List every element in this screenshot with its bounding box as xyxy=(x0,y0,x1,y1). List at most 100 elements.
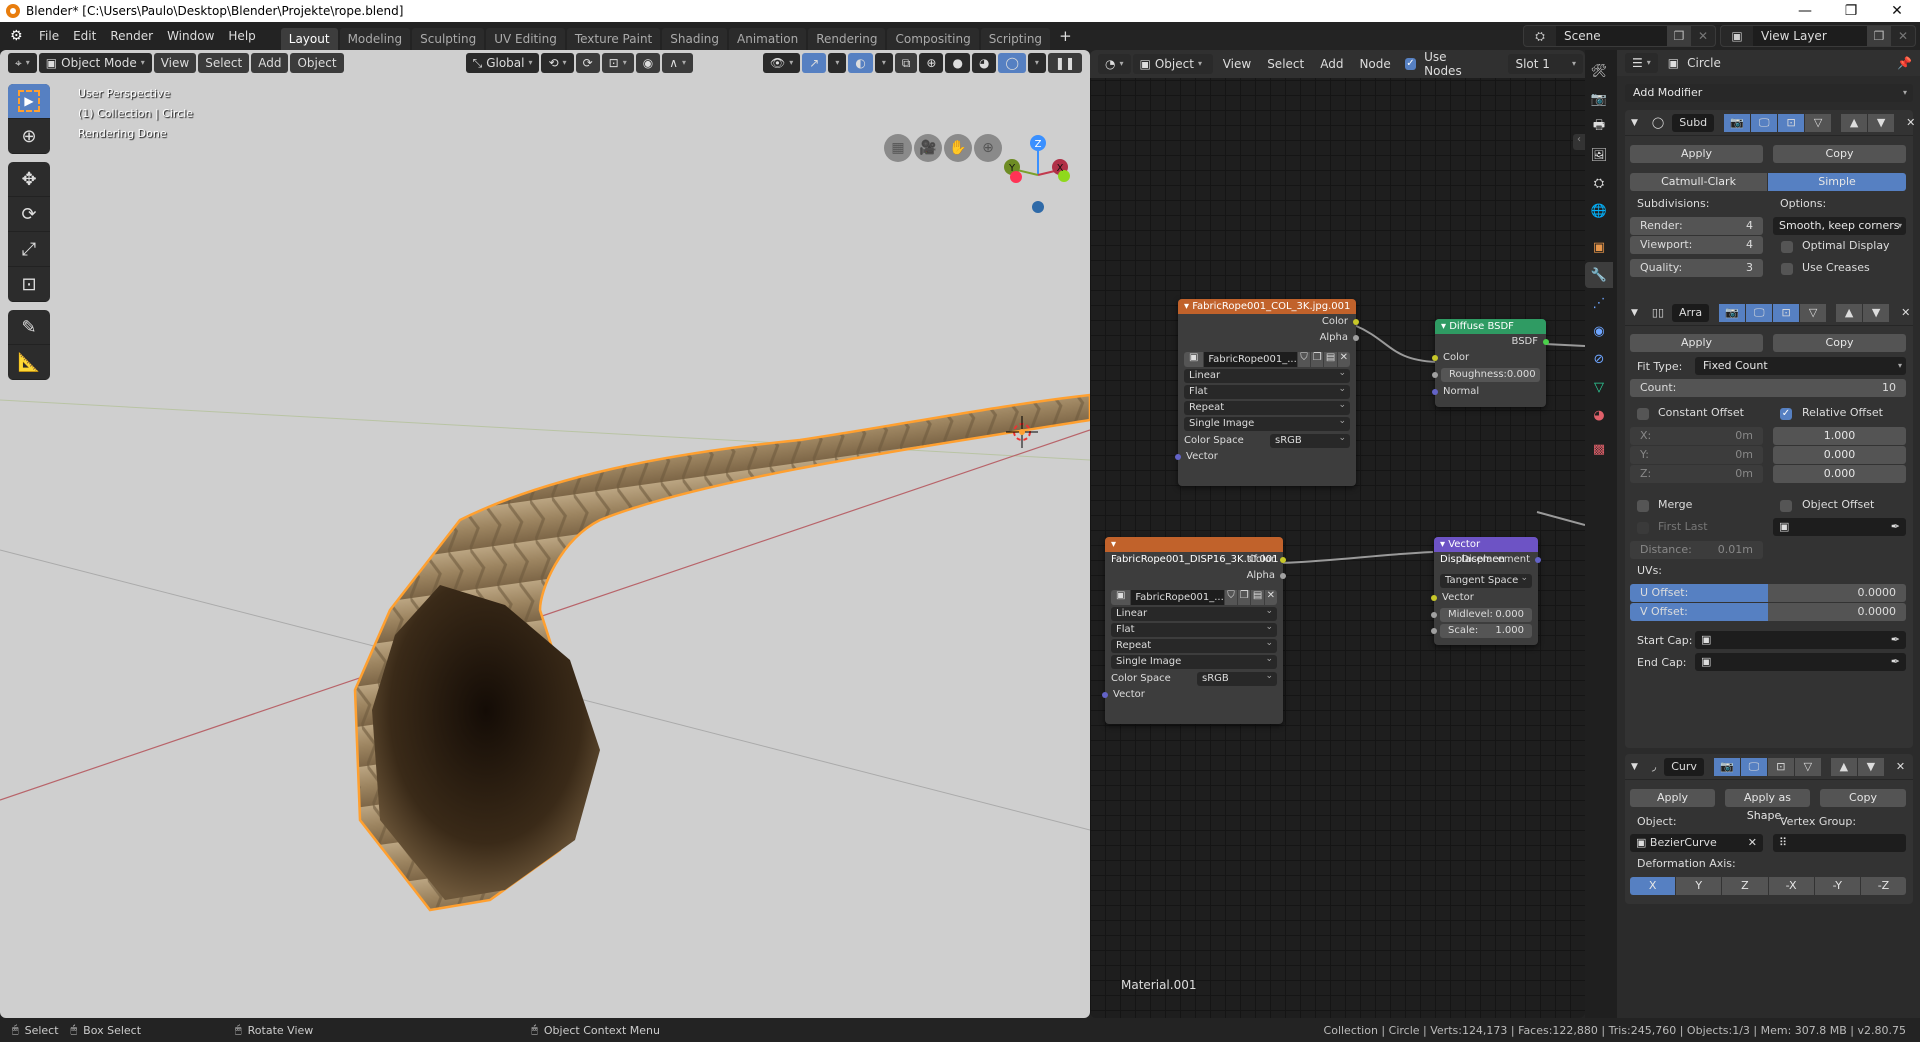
roughness-field[interactable]: Roughness: 0.000 xyxy=(1432,368,1540,382)
move-down-icon[interactable]: ▼ xyxy=(1863,303,1890,322)
fake-user-icon[interactable]: ⛉ xyxy=(1297,352,1311,367)
shading-rendered-button[interactable]: ◯ xyxy=(998,53,1026,73)
vector-socket[interactable] xyxy=(1175,454,1181,460)
proportional-falloff-dropdown[interactable]: ∧ ▾ xyxy=(662,53,693,73)
move-up-icon[interactable]: ▲ xyxy=(1841,113,1868,132)
overlays-toggle[interactable]: ◐ xyxy=(848,53,873,73)
viewport-menu-add[interactable]: Add xyxy=(251,53,289,73)
menu-window[interactable]: Window xyxy=(160,22,221,50)
scale-socket[interactable] xyxy=(1431,628,1437,634)
delete-scene-icon[interactable]: ✕ xyxy=(1691,26,1715,46)
modifier-name-field[interactable]: Curv xyxy=(1664,757,1704,776)
zoom-view-icon[interactable]: ⊕ xyxy=(974,134,1002,162)
axis-z-option[interactable]: Z xyxy=(1722,877,1768,895)
constant-offset-checkbox[interactable] xyxy=(1637,408,1649,420)
new-scene-icon[interactable]: ❐ xyxy=(1667,26,1691,46)
extension-dropdown[interactable]: Repeat xyxy=(1184,398,1350,415)
projection-dropdown[interactable]: Flat xyxy=(1111,620,1277,637)
relative-offset-z[interactable]: 0.000 xyxy=(1773,465,1906,483)
world-tab[interactable]: 🌐 xyxy=(1585,198,1613,224)
annotate-tool[interactable]: ✎ xyxy=(8,310,50,345)
source-dropdown[interactable]: Single Image xyxy=(1184,414,1350,431)
open-image-icon[interactable]: ▤ xyxy=(1251,590,1264,605)
pause-render-button[interactable]: ❚❚ xyxy=(1047,53,1082,73)
tab-scripting[interactable]: Scripting xyxy=(980,28,1051,50)
cage-toggle-icon[interactable]: ▽ xyxy=(1805,113,1832,132)
remove-modifier-icon[interactable]: ✕ xyxy=(1901,306,1910,319)
move-up-icon[interactable]: ▲ xyxy=(1830,757,1857,776)
render-tab[interactable]: 📷 xyxy=(1585,86,1613,112)
vector-socket[interactable] xyxy=(1102,692,1108,698)
apply-as-shape-button[interactable]: Apply as Shape.. xyxy=(1725,789,1810,822)
move-tool[interactable]: ✥ xyxy=(8,162,50,197)
viewport-toggle-icon[interactable]: 🖵 xyxy=(1740,757,1767,776)
vertex-group-field[interactable]: ⠿ xyxy=(1773,834,1906,852)
fake-user-icon[interactable]: ⛉ xyxy=(1224,590,1238,605)
select-box-tool[interactable]: ▶ xyxy=(8,84,50,119)
viewport-menu-view[interactable]: View xyxy=(153,53,197,73)
xray-toggle[interactable]: ⧉ xyxy=(894,53,918,73)
first-last-checkbox[interactable] xyxy=(1637,522,1649,534)
eyedropper-icon[interactable]: ✒ xyxy=(1891,631,1900,649)
snap-toggle[interactable]: ⟳ xyxy=(575,53,600,73)
gizmo-dropdown[interactable]: ▾ xyxy=(828,53,847,73)
render-toggle-icon[interactable]: 📷 xyxy=(1719,303,1746,322)
array-apply-button[interactable]: Apply xyxy=(1630,334,1763,352)
shader-editor[interactable]: ◔ ▾ ▣ Object ▾ View Select Add Node ✓ Use N… xyxy=(1090,50,1585,1018)
projection-dropdown[interactable]: Flat xyxy=(1184,382,1350,399)
cage-toggle-icon[interactable]: ▽ xyxy=(1800,303,1827,322)
clear-object-icon[interactable]: ✕ xyxy=(1748,834,1757,852)
tab-rendering[interactable]: Rendering xyxy=(808,28,886,50)
editmode-toggle-icon[interactable]: ⊡ xyxy=(1778,113,1805,132)
viewport-menu-select[interactable]: Select xyxy=(198,53,250,73)
shading-material-button[interactable]: ◕ xyxy=(971,53,997,73)
transform-tool[interactable]: ⊡ xyxy=(8,267,50,302)
tab-sculpting[interactable]: Sculpting xyxy=(412,28,485,50)
image-selector[interactable]: ▣ FabricRope001_... ⛉ ❐ ▤ ✕ xyxy=(1184,352,1351,367)
shading-wireframe-button[interactable]: ⊕ xyxy=(919,53,944,73)
color-socket[interactable] xyxy=(1280,557,1286,563)
view-layer-tab[interactable]: 🖼 xyxy=(1585,142,1613,168)
texture-tab[interactable]: ▩ xyxy=(1585,436,1613,462)
overlays-dropdown[interactable]: ▾ xyxy=(874,53,893,73)
visibility-dropdown[interactable]: 👁 ▾ xyxy=(763,53,801,73)
measure-tool[interactable]: 📐 xyxy=(8,345,50,380)
eyedropper-icon[interactable]: ✒ xyxy=(1891,518,1900,536)
extension-dropdown[interactable]: Repeat xyxy=(1111,636,1277,653)
pin-icon[interactable]: 📌 xyxy=(1897,56,1912,70)
u-offset-field[interactable]: U Offset: 0.0000 xyxy=(1630,584,1906,602)
interpolation-dropdown[interactable]: Linear xyxy=(1111,604,1277,621)
node-title[interactable]: ▾ Diffuse BSDF xyxy=(1435,319,1546,334)
menu-help[interactable]: Help xyxy=(221,22,262,50)
cage-toggle-icon[interactable]: ▽ xyxy=(1794,757,1821,776)
constant-offset-y[interactable]: Y: 0m xyxy=(1630,446,1763,464)
modifier-name-field[interactable]: Subd xyxy=(1672,113,1715,132)
add-modifier-dropdown[interactable]: Add Modifier ▾ xyxy=(1625,84,1913,102)
toggle-camera-view-icon[interactable]: ▦ xyxy=(884,134,912,162)
vector-socket[interactable] xyxy=(1431,595,1437,601)
curve-copy-button[interactable]: Copy xyxy=(1820,789,1906,807)
tab-shading[interactable]: Shading xyxy=(662,28,727,50)
scene-name[interactable]: Scene xyxy=(1556,26,1667,46)
vector-displacement-node[interactable]: ▾ Vector Displacemen Displacement Tangen… xyxy=(1431,537,1541,645)
end-cap-field[interactable]: ▣ ✒ xyxy=(1695,653,1906,671)
start-cap-field[interactable]: ▣ ✒ xyxy=(1695,631,1906,649)
tab-layout[interactable]: Layout xyxy=(280,28,338,50)
midlevel-socket[interactable] xyxy=(1431,612,1437,618)
menu-edit[interactable]: Edit xyxy=(66,22,103,50)
transform-orientation-dropdown[interactable]: ⤡ Global ▾ xyxy=(465,53,540,73)
viewport-toggle-icon[interactable]: 🖵 xyxy=(1751,113,1778,132)
shading-solid-button[interactable]: ● xyxy=(945,53,970,73)
relative-offset-checkbox[interactable]: ✓ xyxy=(1780,408,1792,420)
uv-smooth-dropdown[interactable]: Smooth, keep corners ▾ xyxy=(1773,217,1906,235)
diffuse-bsdf-node[interactable]: ▾ Diffuse BSDF BSDF Color Roughness: 0.00… xyxy=(1432,319,1549,407)
image-selector[interactable]: ▣ FabricRope001_... ⛉ ❐ ▤ ✕ xyxy=(1111,590,1278,605)
editor-type-button[interactable]: ⌖ ▾ xyxy=(8,53,37,73)
viewport-menu-object[interactable]: Object xyxy=(290,53,344,73)
viewport-toggle-icon[interactable]: 🖵 xyxy=(1746,303,1773,322)
eyedropper-icon[interactable]: ✒ xyxy=(1891,653,1900,671)
count-field[interactable]: Count: 10 xyxy=(1630,379,1906,397)
object-offset-checkbox[interactable] xyxy=(1780,500,1792,512)
node-title[interactable]: ▾ FabricRope001_DISP16_3K.tif.001 xyxy=(1105,537,1283,565)
blender-menu-icon[interactable]: ⚙ xyxy=(10,28,26,44)
